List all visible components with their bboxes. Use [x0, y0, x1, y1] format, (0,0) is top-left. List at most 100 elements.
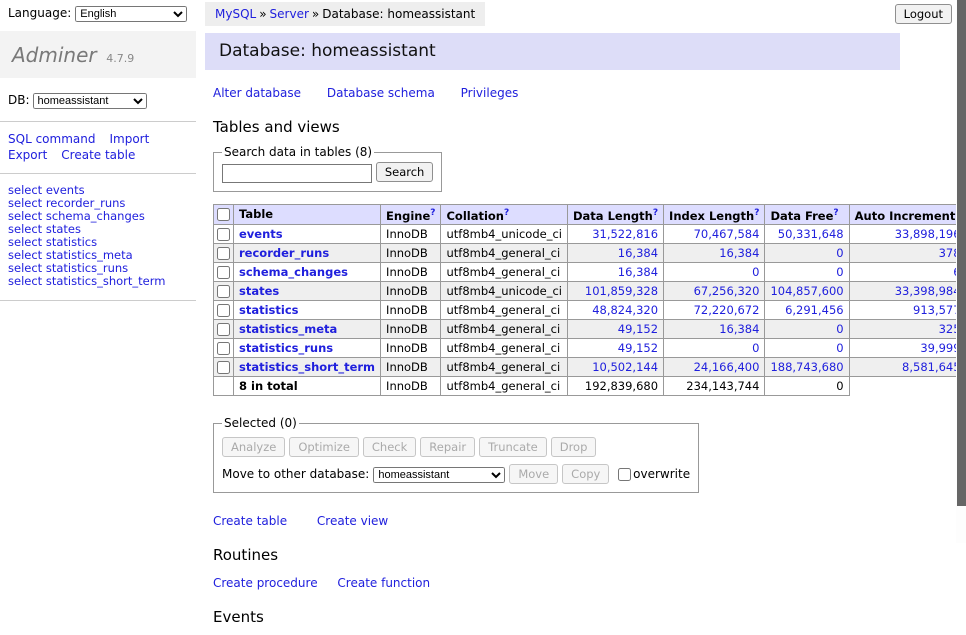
table-link[interactable]: statistics_meta	[239, 322, 337, 336]
data-free-cell: 0	[765, 244, 849, 263]
row-checkbox[interactable]	[217, 323, 230, 336]
optimize-button[interactable]: Optimize	[289, 437, 359, 457]
logout-button[interactable]: Logout	[895, 4, 952, 24]
breadcrumb: MySQL»Server»Database: homeassistant	[205, 2, 485, 26]
table-name-cell: statistics_meta	[234, 320, 381, 339]
auto-increment-link[interactable]: 39,999	[920, 341, 960, 355]
database-links: Alter database Database schema Privilege…	[213, 86, 905, 100]
sidebar-select-link[interactable]: select events	[8, 183, 85, 197]
data-length-link[interactable]: 16,384	[618, 265, 658, 279]
table-link[interactable]: statistics	[239, 303, 299, 317]
repair-button[interactable]: Repair	[420, 437, 475, 457]
index-length-link[interactable]: 70,467,584	[694, 227, 760, 241]
scrollbar-thumb[interactable]	[957, 0, 966, 506]
row-checkbox[interactable]	[217, 361, 230, 374]
data-length-link[interactable]: 49,152	[618, 341, 658, 355]
create-view-link[interactable]: Create view	[317, 514, 388, 528]
data-length-link[interactable]: 16,384	[618, 246, 658, 260]
data-free-link[interactable]: 50,331,648	[778, 227, 844, 241]
row-checkbox[interactable]	[217, 228, 230, 241]
auto-increment-link[interactable]: 33,898,196	[895, 227, 961, 241]
data-free-link[interactable]: 0	[836, 322, 843, 336]
row-checkbox[interactable]	[217, 247, 230, 260]
scrollbar-track[interactable]	[956, 0, 966, 543]
data-length-link[interactable]: 10,502,144	[592, 360, 658, 374]
sidebar-select-link[interactable]: select statistics_meta	[8, 248, 133, 262]
data-free-link[interactable]: 104,857,600	[770, 284, 843, 298]
total-engine-cell: InnoDB	[381, 377, 441, 396]
table-link[interactable]: states	[239, 284, 279, 298]
index-length-cell: 16,384	[664, 244, 765, 263]
row-checkbox[interactable]	[217, 285, 230, 298]
database-schema-link[interactable]: Database schema	[327, 86, 435, 100]
sidebar-select-link[interactable]: select statistics_runs	[8, 261, 128, 275]
db-select[interactable]: homeassistant	[33, 93, 147, 109]
row-checkbox[interactable]	[217, 304, 230, 317]
table-link[interactable]: statistics_runs	[239, 341, 333, 355]
help-link[interactable]: ?	[504, 208, 509, 218]
table-link[interactable]: statistics_short_term	[239, 360, 375, 374]
sidebar-action-create-table[interactable]: Create table	[61, 148, 135, 162]
analyze-button[interactable]: Analyze	[222, 437, 285, 457]
move-db-select[interactable]: homeassistant	[373, 467, 505, 483]
sidebar-select-link[interactable]: select statistics	[8, 235, 97, 249]
index-length-link[interactable]: 24,166,400	[694, 360, 760, 374]
create-table-link[interactable]: Create table	[213, 514, 287, 528]
search-button[interactable]: Search	[376, 162, 434, 182]
help-link[interactable]: ?	[430, 208, 435, 218]
truncate-button[interactable]: Truncate	[479, 437, 547, 457]
help-link[interactable]: ?	[833, 208, 838, 218]
copy-button[interactable]: Copy	[562, 464, 609, 484]
data-length-link[interactable]: 101,859,328	[585, 284, 658, 298]
sidebar-select-link[interactable]: select schema_changes	[8, 209, 145, 223]
data-free-link[interactable]: 0	[836, 246, 843, 260]
select-all-checkbox[interactable]	[217, 208, 230, 221]
breadcrumb-mysql-link[interactable]: MySQL	[215, 7, 256, 21]
index-length-link[interactable]: 72,220,672	[694, 303, 760, 317]
search-input[interactable]	[222, 164, 372, 183]
sidebar-select-link[interactable]: select recorder_runs	[8, 196, 125, 210]
sidebar-select-link[interactable]: select states	[8, 222, 81, 236]
data-free-link[interactable]: 188,743,680	[770, 360, 843, 374]
routine-links-row: Create procedure Create function	[213, 576, 905, 590]
alter-database-link[interactable]: Alter database	[213, 86, 301, 100]
drop-button[interactable]: Drop	[551, 437, 597, 457]
data-free-link[interactable]: 0	[836, 265, 843, 279]
data-length-link[interactable]: 48,824,320	[592, 303, 658, 317]
auto-increment-link[interactable]: 33,398,984	[895, 284, 961, 298]
table-link[interactable]: schema_changes	[239, 265, 348, 279]
check-button[interactable]: Check	[363, 437, 416, 457]
collation-cell: utf8mb4_general_ci	[441, 263, 568, 282]
row-checkbox-cell	[214, 301, 234, 320]
overwrite-checkbox[interactable]	[618, 468, 631, 481]
help-link[interactable]: ?	[754, 208, 759, 218]
sidebar-action-import[interactable]: Import	[109, 132, 149, 146]
table-link[interactable]: recorder_runs	[239, 246, 329, 260]
create-function-link[interactable]: Create function	[337, 576, 430, 590]
privileges-link[interactable]: Privileges	[461, 86, 519, 100]
table-body: eventsInnoDButf8mb4_unicode_ci31,522,816…	[214, 225, 966, 396]
row-checkbox[interactable]	[217, 266, 230, 279]
auto-increment-link[interactable]: 913,577	[913, 303, 961, 317]
sidebar-action-sql-command[interactable]: SQL command	[8, 132, 95, 146]
sidebar-select-link[interactable]: select statistics_short_term	[8, 274, 165, 288]
help-link[interactable]: ?	[653, 208, 658, 218]
data-length-link[interactable]: 31,522,816	[592, 227, 658, 241]
index-length-link[interactable]: 16,384	[719, 246, 759, 260]
engine-cell: InnoDB	[381, 358, 441, 377]
data-free-link[interactable]: 6,291,456	[785, 303, 844, 317]
data-length-link[interactable]: 49,152	[618, 322, 658, 336]
table-link[interactable]: events	[239, 227, 283, 241]
index-length-link[interactable]: 0	[752, 341, 759, 355]
sidebar-action-export[interactable]: Export	[8, 148, 47, 162]
index-length-link[interactable]: 67,256,320	[694, 284, 760, 298]
move-button[interactable]: Move	[509, 464, 558, 484]
index-length-link[interactable]: 16,384	[719, 322, 759, 336]
data-free-link[interactable]: 0	[836, 341, 843, 355]
language-select[interactable]: English	[75, 6, 187, 22]
create-procedure-link[interactable]: Create procedure	[213, 576, 318, 590]
row-checkbox[interactable]	[217, 342, 230, 355]
auto-increment-link[interactable]: 8,581,645	[902, 360, 961, 374]
index-length-link[interactable]: 0	[752, 265, 759, 279]
breadcrumb-server-link[interactable]: Server	[270, 7, 309, 21]
